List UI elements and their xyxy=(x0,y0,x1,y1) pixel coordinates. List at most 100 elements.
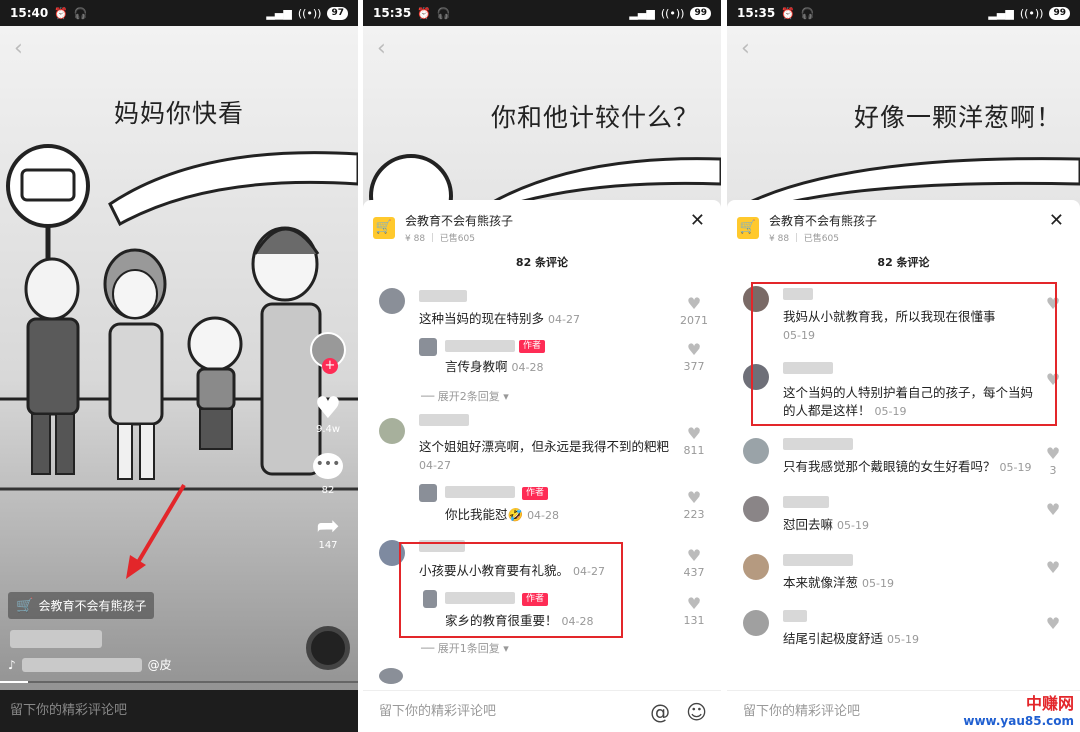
alarm-icon: ⏰ xyxy=(54,6,68,20)
status-bar: 15:40 ⏰ 🎧 ▂▄▆ ((•)) 97 xyxy=(0,0,358,26)
wifi-icon: ((•)) xyxy=(660,6,685,20)
product-header[interactable]: 🛒 会教育不会有熊孩子 ¥ 88 ｜ 已售605 xyxy=(373,212,513,244)
creator-avatar[interactable]: + xyxy=(310,332,346,374)
music-mention: @皮 xyxy=(147,658,172,672)
back-icon[interactable]: ‹ xyxy=(377,36,386,61)
comment-count: 82 xyxy=(321,485,335,496)
cart-icon: 🛒 xyxy=(373,217,395,239)
product-name: 会教育不会有熊孩子 xyxy=(769,214,878,228)
heart-icon[interactable]: ♥ xyxy=(1038,500,1068,520)
site-watermark: 中赚网 www.yau85.com xyxy=(963,690,1074,728)
comment-count: 82 条评论 xyxy=(877,256,930,269)
avatar[interactable] xyxy=(419,484,437,502)
avatar[interactable] xyxy=(379,418,405,444)
avatar[interactable] xyxy=(743,496,769,522)
comments-panel-2: 15:35 ⏰ 🎧 ▂▄▆ ((•)) 99 ‹ 你和他计较什么？ 🛒 会教育不… xyxy=(363,0,721,732)
share-count: 147 xyxy=(318,540,338,551)
username-blurred[interactable] xyxy=(419,290,467,302)
heart-icon[interactable]: ♥ 437 xyxy=(679,546,709,579)
share-icon[interactable]: ➦ xyxy=(308,512,348,540)
avatar[interactable] xyxy=(419,338,437,356)
status-bar: 15:35 ⏰ 🎧 ▂▄▆ ((•)) 99 xyxy=(727,0,1080,26)
heart-icon[interactable]: ♥ xyxy=(1038,614,1068,634)
expand-replies[interactable]: ── 展开2条回复 ▾ xyxy=(421,388,509,404)
arrow-annotation xyxy=(126,483,186,579)
author-badge: 作者 xyxy=(519,340,546,353)
video-frame[interactable]: ‹ 妈妈你快看 + ♥ 9.4w ••• 82 ➦ 147 🛒 会教育不会有熊孩… xyxy=(0,26,358,732)
username-blurred[interactable] xyxy=(783,438,853,450)
back-icon[interactable]: ‹ xyxy=(741,36,750,61)
wifi-icon: ((•)) xyxy=(297,6,322,20)
comments-panel-3: 15:35 ⏰ 🎧 ▂▄▆ ((•)) 99 ‹ 好像一颗洋葱啊！ 🛒 会教育不… xyxy=(727,0,1080,732)
mention-icon[interactable]: @ xyxy=(650,691,670,732)
emoji-icon[interactable]: ☺ xyxy=(686,691,707,732)
alarm-icon: ⏰ xyxy=(417,6,431,20)
username-blurred[interactable] xyxy=(783,610,807,622)
cart-icon: 🛒 xyxy=(737,217,759,239)
comment-input[interactable]: 留下你的精彩评论吧 @ ☺ xyxy=(363,690,721,732)
cart-label: 会教育不会有熊孩子 xyxy=(38,599,147,613)
status-bar: 15:35 ⏰ 🎧 ▂▄▆ ((•)) 99 xyxy=(363,0,721,26)
comment-sheet: 🛒 会教育不会有熊孩子 ¥ 88 ｜ 已售605 ✕ 82 条评论 这种当妈的现… xyxy=(363,200,721,732)
username-blurred[interactable] xyxy=(445,340,515,352)
author-name-blurred[interactable] xyxy=(10,630,102,648)
close-icon[interactable]: ✕ xyxy=(1049,210,1064,231)
comment-text: 怼回去嘛 05-19 xyxy=(783,517,869,532)
battery-indicator: 99 xyxy=(690,6,711,20)
battery-indicator: 99 xyxy=(1049,6,1070,20)
like-count: 9.4w xyxy=(315,424,341,435)
comment-sheet: 🛒 会教育不会有熊孩子 ¥ 88 ｜ 已售605 ✕ 82 条评论 我妈从小就教… xyxy=(727,200,1080,732)
status-time: 15:35 xyxy=(737,6,776,20)
avatar[interactable] xyxy=(379,668,403,684)
cart-icon: 🛒 xyxy=(16,597,34,614)
avatar[interactable] xyxy=(743,554,769,580)
progress-bar[interactable] xyxy=(0,681,358,683)
comment-text: 本来就像洋葱 05-19 xyxy=(783,575,894,590)
close-icon[interactable]: ✕ xyxy=(690,210,705,231)
product-meta: ¥ 88 ｜ 已售605 xyxy=(769,234,839,244)
heart-icon[interactable]: ♥ xyxy=(308,394,348,424)
username-blurred[interactable] xyxy=(783,496,829,508)
heart-icon[interactable]: ♥ 811 xyxy=(679,424,709,457)
username-blurred[interactable] xyxy=(783,554,853,566)
avatar[interactable] xyxy=(743,610,769,636)
product-cart-tag[interactable]: 🛒 会教育不会有熊孩子 xyxy=(8,592,155,619)
heart-icon[interactable]: ♥ 223 xyxy=(679,488,709,521)
product-header[interactable]: 🛒 会教育不会有熊孩子 ¥ 88 ｜ 已售605 xyxy=(737,212,877,244)
alarm-icon: ⏰ xyxy=(781,6,795,20)
avatar[interactable] xyxy=(379,288,405,314)
video-panel-1: 15:40 ⏰ 🎧 ▂▄▆ ((•)) 97 ‹ 妈妈你快看 + ♥ 9.4w … xyxy=(0,0,358,732)
headphone-icon: 🎧 xyxy=(73,6,88,20)
headphone-icon: 🎧 xyxy=(436,6,451,20)
headphone-icon: 🎧 xyxy=(800,6,815,20)
heart-icon[interactable]: ♥ 2071 xyxy=(679,294,709,327)
username-blurred[interactable] xyxy=(419,414,469,426)
creator-sidebar: + ♥ 9.4w ••• 82 ➦ 147 xyxy=(308,332,348,551)
comment-text: 你比我能怼🤣 04-28 xyxy=(445,507,560,522)
product-meta: ¥ 88 ｜ 已售605 xyxy=(405,234,475,244)
comment-input[interactable]: 留下你的精彩评论吧 xyxy=(0,690,358,732)
avatar[interactable] xyxy=(743,438,769,464)
battery-indicator: 97 xyxy=(327,6,348,20)
video-caption: 好像一颗洋葱啊！ xyxy=(853,103,1062,132)
comment-text: 只有我感觉那个戴眼镜的女生好看吗？ 05-19 xyxy=(783,459,1032,474)
tiktok-icon: ♪ xyxy=(8,657,16,672)
highlight-box xyxy=(751,282,1057,426)
username-blurred[interactable] xyxy=(445,486,515,498)
signal-icon: ▂▄▆ xyxy=(266,6,292,20)
heart-icon[interactable]: ♥ xyxy=(1038,558,1068,578)
back-icon[interactable]: ‹ xyxy=(14,36,23,61)
highlight-box xyxy=(399,542,623,638)
expand-replies[interactable]: ── 展开1条回复 ▾ xyxy=(421,640,509,656)
heart-icon[interactable]: ♥ 377 xyxy=(679,340,709,373)
music-row[interactable]: ♪ @皮 xyxy=(8,656,172,673)
status-time: 15:35 xyxy=(373,6,412,20)
watermark-url: www.yau85.com xyxy=(963,714,1074,728)
heart-icon[interactable]: ♥ 131 xyxy=(679,594,709,627)
heart-icon[interactable]: ♥ 3 xyxy=(1038,444,1068,477)
music-disc-icon[interactable] xyxy=(306,626,350,670)
author-badge: 作者 xyxy=(522,487,549,500)
follow-plus-icon[interactable]: + xyxy=(322,358,338,374)
comment-icon[interactable]: ••• xyxy=(313,453,343,479)
product-name: 会教育不会有熊孩子 xyxy=(405,214,514,228)
